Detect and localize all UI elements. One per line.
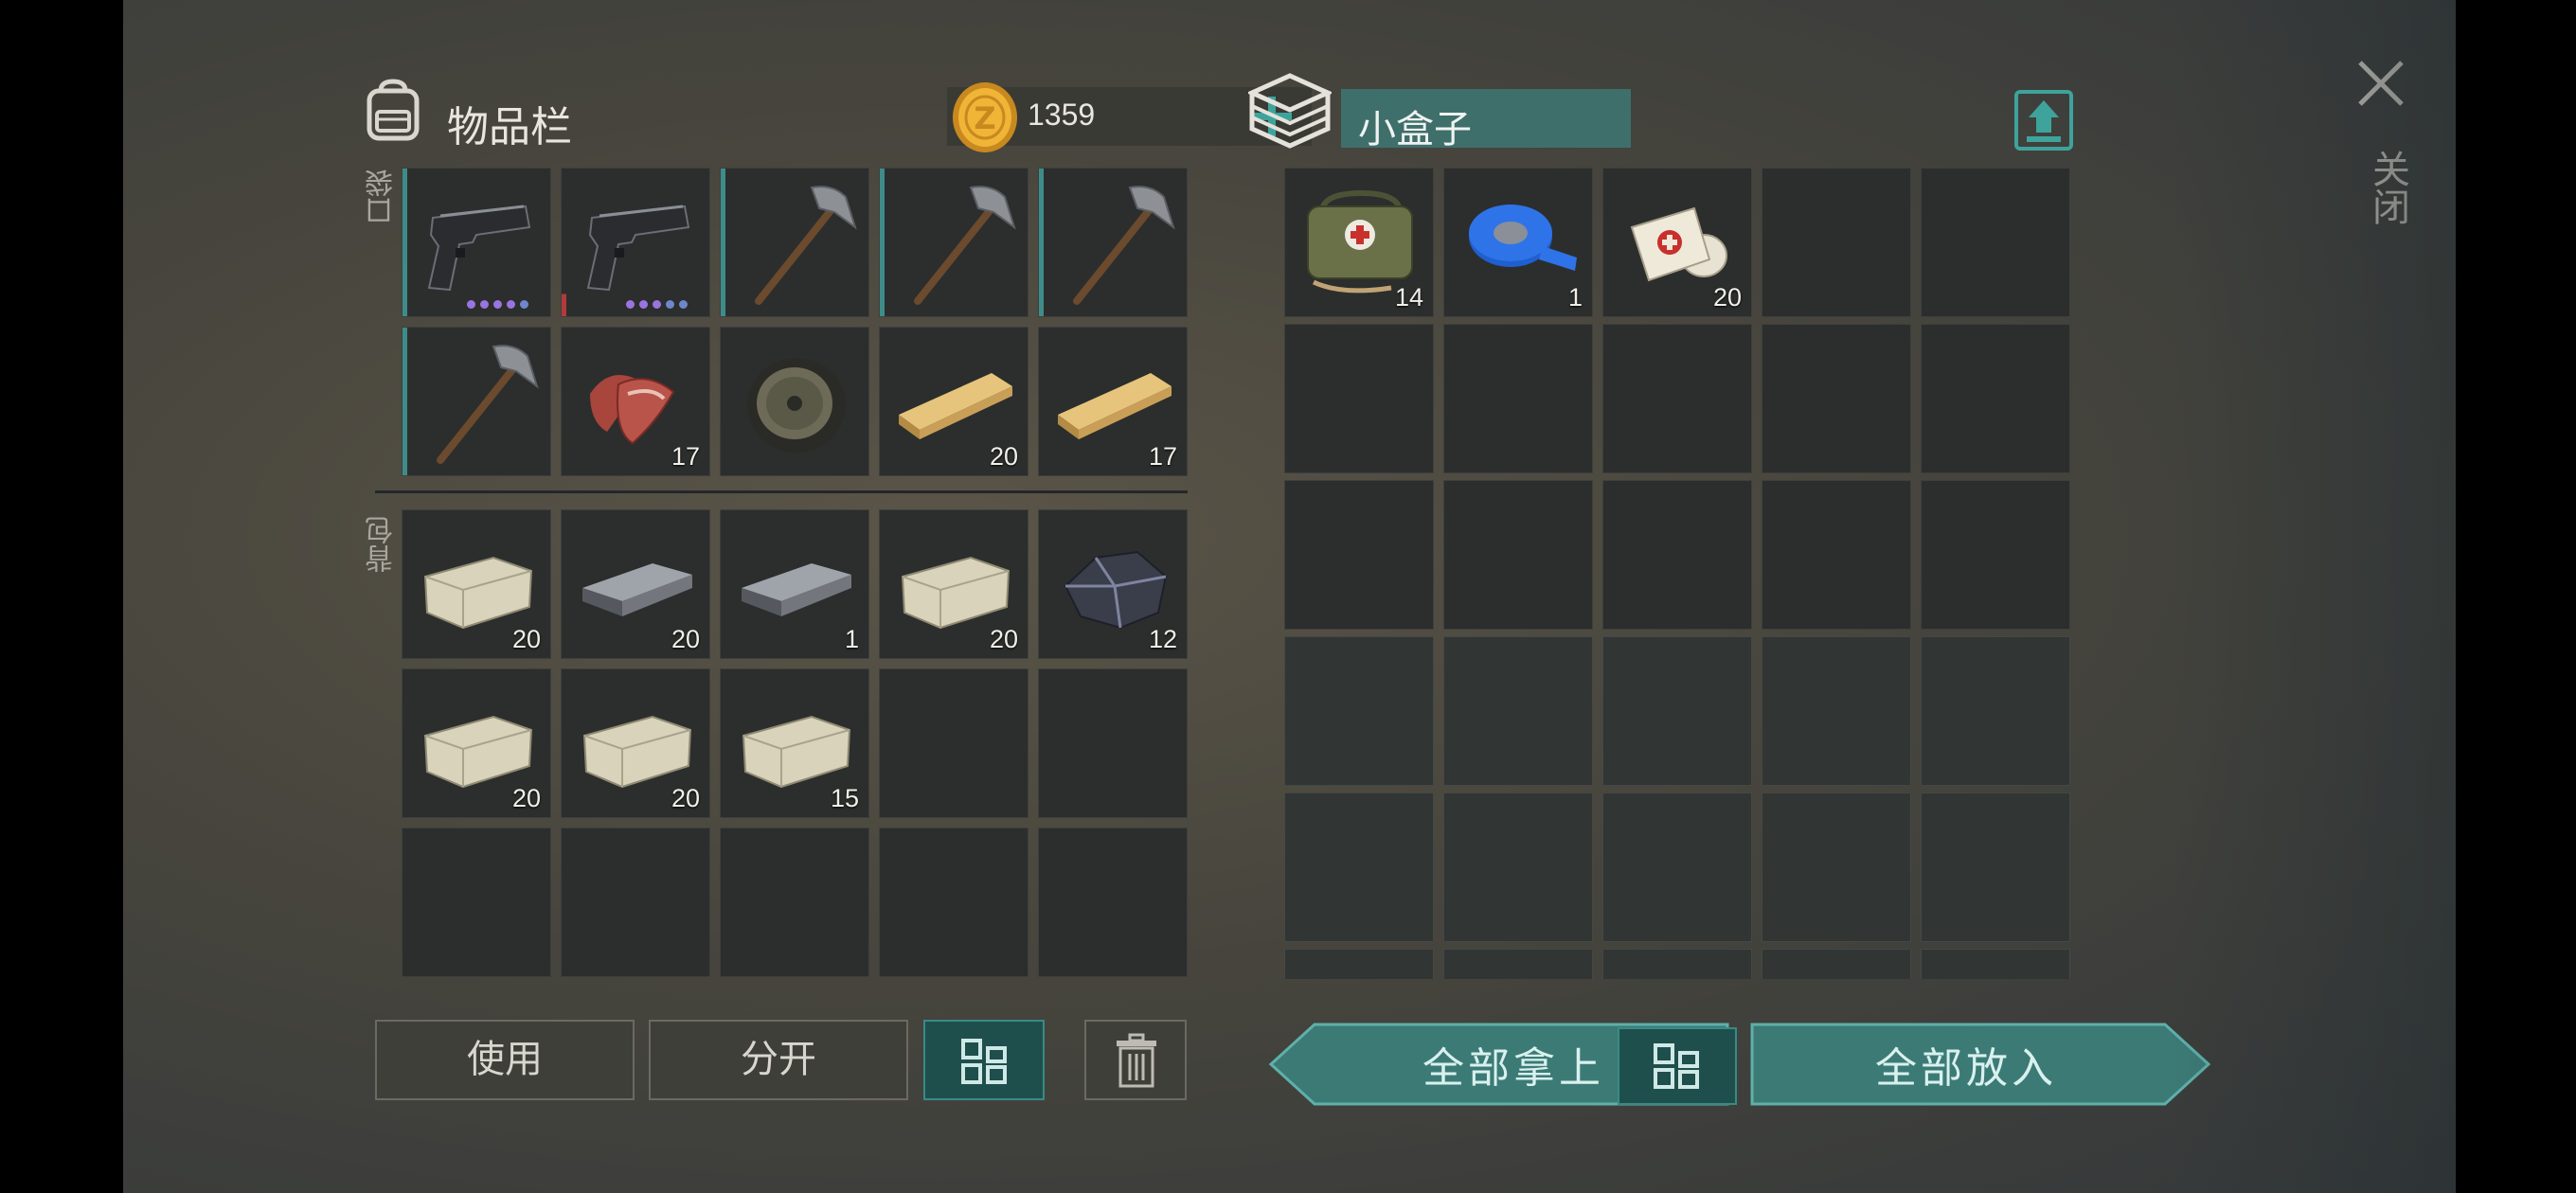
- container-slot-locked: [1921, 792, 2070, 942]
- container-slot-locked: [1284, 636, 1434, 786]
- pocket-slot[interactable]: [879, 168, 1029, 317]
- pocket-slot[interactable]: [402, 327, 551, 476]
- backpack-slot[interactable]: 20: [561, 668, 710, 818]
- put-all-label: 全部放入: [1875, 1044, 2057, 1093]
- pistol-icon: [586, 205, 690, 292]
- coin-count: 1359: [1028, 98, 1096, 132]
- backpack-slot-empty[interactable]: [1038, 668, 1188, 818]
- container-slot-empty[interactable]: [1921, 168, 2070, 317]
- backpack-slot[interactable]: 20: [561, 509, 710, 659]
- pickaxe-icon: [755, 186, 857, 305]
- svg-text:Z: Z: [974, 100, 995, 136]
- container-slot-empty[interactable]: [1602, 324, 1752, 473]
- pickaxe-icon: [437, 345, 539, 464]
- backpack-slot-empty[interactable]: [561, 828, 710, 977]
- backpack-slot-empty[interactable]: [879, 828, 1029, 977]
- container-slot-empty[interactable]: [1602, 480, 1752, 630]
- trash-button[interactable]: [1084, 1020, 1187, 1100]
- backpack-slot[interactable]: 20: [402, 668, 551, 818]
- pocket-slot[interactable]: 17: [1038, 327, 1188, 476]
- container-slot-empty[interactable]: [1284, 324, 1434, 473]
- wheel-icon: [747, 358, 846, 453]
- container-slot-empty[interactable]: [1443, 480, 1593, 630]
- backpack-label: 背包: [366, 516, 399, 573]
- container-name-field[interactable]: 小盒子: [1341, 89, 1631, 151]
- pocket-slot[interactable]: [402, 168, 551, 317]
- pistol-icon: [427, 205, 531, 292]
- backpack-icon: [367, 79, 420, 141]
- pickaxe-icon: [914, 186, 1016, 305]
- pocket-slot[interactable]: 17: [561, 327, 710, 476]
- upload-icon[interactable]: [2013, 89, 2074, 151]
- grid-sort-icon: [961, 1039, 1007, 1084]
- backpack-slot-empty[interactable]: [720, 828, 869, 977]
- close-label[interactable]: 关闭: [2360, 150, 2415, 225]
- container-slot-locked: [1443, 792, 1593, 942]
- container-slot-locked: [1762, 792, 1911, 942]
- pocket-slot[interactable]: [720, 327, 869, 476]
- backpack-slot-empty[interactable]: [879, 668, 1029, 818]
- backpack-slot[interactable]: 15: [720, 668, 869, 818]
- pocket-slot[interactable]: [1038, 168, 1188, 317]
- container-slot-empty[interactable]: [1443, 324, 1593, 473]
- sort-inventory-button[interactable]: [923, 1020, 1045, 1100]
- container-slot-empty[interactable]: [1762, 324, 1911, 473]
- backpack-slot-empty[interactable]: [1038, 828, 1188, 977]
- container-slot-empty[interactable]: [1762, 168, 1911, 317]
- grid-sort-icon: [1654, 1043, 1699, 1089]
- use-button[interactable]: 使用: [375, 1020, 635, 1100]
- pocket-slot[interactable]: [561, 168, 710, 317]
- sort-container-button[interactable]: [1618, 1027, 1737, 1105]
- game-screen: 物品栏 Z 1359 口袋 背包 17 20 17 20 20 1 20 12 …: [123, 0, 2456, 1193]
- backpack-slot[interactable]: 20: [402, 509, 551, 659]
- container-slot-locked: [1762, 636, 1911, 786]
- divider: [375, 490, 1188, 493]
- backpack-slot[interactable]: 12: [1038, 509, 1188, 659]
- container-slot-locked: [1443, 636, 1593, 786]
- durability-dots: [467, 300, 528, 309]
- container-slot-empty[interactable]: [1921, 324, 2070, 473]
- pickaxe-icon: [1073, 186, 1175, 305]
- container-slot-empty[interactable]: [1762, 480, 1911, 630]
- trash-icon: [1117, 1033, 1156, 1088]
- container-slot-locked: [1602, 636, 1752, 786]
- split-button[interactable]: 分开: [649, 1020, 908, 1100]
- pocket-label: 口袋: [366, 169, 399, 225]
- coin-icon: Z: [953, 82, 1017, 152]
- pocket-slot[interactable]: [720, 168, 869, 317]
- close-icon[interactable]: [2354, 57, 2407, 110]
- container-slot[interactable]: 20: [1602, 168, 1752, 317]
- inventory-title: 物品栏: [447, 103, 572, 151]
- backpack-slot[interactable]: 20: [879, 509, 1029, 659]
- backpack-slot[interactable]: 1: [720, 509, 869, 659]
- box-icon: [1248, 73, 1332, 149]
- container-name: 小盒子: [1358, 108, 1472, 151]
- durability-dots: [626, 300, 688, 309]
- container-slot-locked: [1284, 792, 1434, 942]
- pocket-slot[interactable]: 20: [879, 327, 1029, 476]
- container-slot-empty[interactable]: [1284, 480, 1434, 630]
- container-slot-empty[interactable]: [1921, 480, 2070, 630]
- container-slot[interactable]: 14: [1284, 168, 1434, 317]
- container-grid-scroll-edge: [1284, 949, 2070, 979]
- container-slot[interactable]: 1: [1443, 168, 1593, 317]
- container-slot-locked: [1921, 636, 2070, 786]
- container-slot-locked: [1602, 792, 1752, 942]
- backpack-slot-empty[interactable]: [402, 828, 551, 977]
